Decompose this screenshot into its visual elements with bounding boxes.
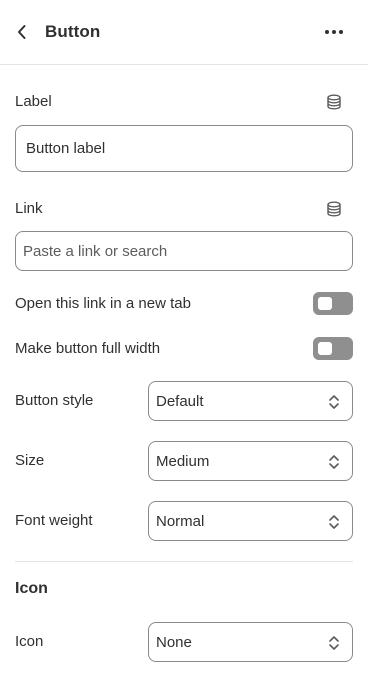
size-select[interactable]: Medium	[148, 441, 353, 481]
full-width-toggle-label: Make button full width	[15, 340, 161, 357]
label-input[interactable]	[15, 125, 353, 172]
more-options-button[interactable]	[320, 20, 348, 44]
link-input[interactable]	[15, 231, 353, 271]
icon-select[interactable]: None	[148, 622, 353, 662]
new-tab-toggle-label: Open this link in a new tab	[15, 295, 191, 312]
select-chevron-icon	[329, 515, 339, 529]
label-field-label: Label	[15, 93, 52, 110]
panel-header: Button	[0, 0, 368, 65]
size-value: Medium	[156, 453, 210, 470]
icon-select-value: None	[156, 634, 192, 651]
section-divider	[15, 561, 353, 562]
database-icon[interactable]	[326, 94, 342, 110]
font-weight-label: Font weight	[15, 512, 93, 529]
back-button[interactable]	[12, 21, 32, 43]
size-label: Size	[15, 452, 45, 469]
button-style-select[interactable]: Default	[148, 381, 353, 421]
font-weight-value: Normal	[156, 513, 205, 530]
settings-panel: Button Label Link Open this link in a ne…	[0, 0, 368, 692]
button-style-label: Button style	[15, 392, 94, 409]
select-chevron-icon	[329, 395, 339, 409]
page-title: Button	[45, 22, 101, 41]
database-icon[interactable]	[326, 201, 342, 217]
new-tab-toggle[interactable]	[313, 292, 353, 315]
chevron-left-icon	[18, 25, 26, 39]
more-horizontal-icon	[325, 30, 343, 34]
toggle-knob	[318, 297, 332, 310]
font-weight-select[interactable]: Normal	[148, 501, 353, 541]
select-chevron-icon	[329, 636, 339, 650]
full-width-toggle[interactable]	[313, 337, 353, 360]
toggle-knob	[318, 342, 332, 355]
select-chevron-icon	[329, 455, 339, 469]
button-style-value: Default	[156, 393, 204, 410]
link-field-label: Link	[15, 200, 43, 217]
icon-select-label: Icon	[15, 633, 44, 650]
icon-section-title: Icon	[15, 580, 48, 597]
